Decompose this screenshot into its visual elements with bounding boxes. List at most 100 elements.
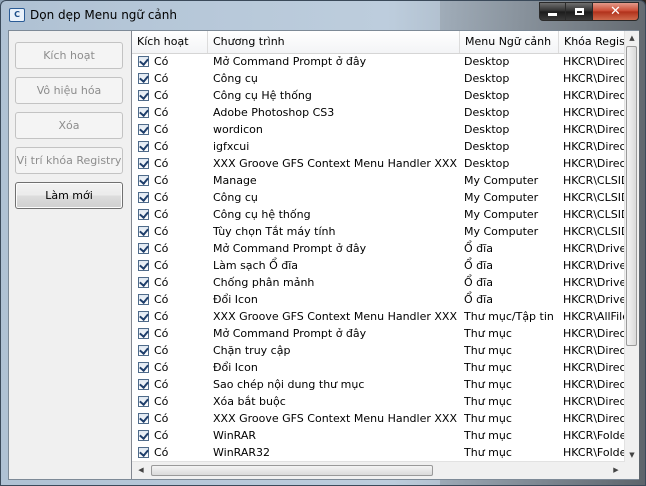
checkbox-checked-icon[interactable] [138,175,149,186]
table-row[interactable]: Có Manage My Computer HKCR\CLSID [132,172,625,189]
checkbox-checked-icon[interactable] [138,277,149,288]
table-row[interactable]: Có Công cụ Hệ thống Desktop HKCR\Directo [132,87,625,104]
table-row[interactable]: Có Chống phân mảnh Ổ đĩa HKCR\Drive\ [132,274,625,291]
context-menu-cell: Thư mục/Tập tin [464,310,554,323]
context-menu-cell: Desktop [464,140,510,153]
enabled-cell: Có [132,308,208,325]
arrow-left-icon[interactable]: ◀ [134,463,148,477]
registry-key-cell: HKCR\Directo [563,72,625,85]
minimize-button[interactable] [539,2,566,21]
enabled-text: Có [154,140,169,153]
enabled-cell: Có [132,376,208,393]
list-rows: Có Mở Command Prompt ở đây Desktop HKCR\Dir… [132,53,625,461]
checkbox-checked-icon[interactable] [138,413,149,424]
program-cell: Công cụ [213,191,258,204]
registry-key-cell: HKCR\Directo [563,361,625,374]
program-cell: Chống phân mảnh [213,276,315,289]
column-header-registry-key[interactable]: Khóa Registy [559,31,625,53]
checkbox-checked-icon[interactable] [138,56,149,67]
registry-location-button[interactable]: Vị trí khóa Registry [15,147,123,174]
table-row[interactable]: Có XXX Groove GFS Context Menu Handler XX… [132,155,625,172]
checkbox-checked-icon[interactable] [138,73,149,84]
table-row[interactable]: Có Công cụ hệ thống My Computer HKCR\CLSID [132,206,625,223]
horizontal-scroll-thumb[interactable] [151,465,433,476]
table-row[interactable]: Có Công cụ Desktop HKCR\Directo [132,70,625,87]
table-row[interactable]: Có Đổi Icon Thư mục HKCR\Directo [132,359,625,376]
context-menu-cell: My Computer [464,174,539,187]
maximize-button[interactable] [566,2,593,21]
enabled-text: Có [154,361,169,374]
program-cell: Manage [213,174,257,187]
title-bar[interactable]: C Dọn dẹp Menu ngữ cảnh ✕ [1,1,645,29]
table-row[interactable]: Có igfxcui Desktop HKCR\Directo [132,138,625,155]
checkbox-checked-icon[interactable] [138,362,149,373]
registry-key-cell: HKCR\Directo [563,344,625,357]
context-menu-cell: Desktop [464,123,510,136]
delete-button[interactable]: Xóa [15,112,123,139]
table-row[interactable]: Có Chặn truy cập Thư mục HKCR\Directo [132,342,625,359]
table-row[interactable]: Có Mở Command Prompt ở đây Ổ đĩa HKCR\Drive… [132,240,625,257]
checkbox-checked-icon[interactable] [138,396,149,407]
registry-key-cell: HKCR\Drive\ [563,293,625,306]
enabled-text: Có [154,106,169,119]
table-row[interactable]: Có wordicon Desktop HKCR\Directo [132,121,625,138]
checkbox-checked-icon[interactable] [138,209,149,220]
column-header-program[interactable]: Chương trình [208,31,460,53]
checkbox-checked-icon[interactable] [138,124,149,135]
column-header-context-menu[interactable]: Menu Ngữ cảnh [460,31,559,53]
horizontal-scrollbar[interactable]: ◀ ▶ [132,461,625,479]
table-row[interactable]: Có XXX Groove GFS Context Menu Handler XX… [132,308,625,325]
enabled-cell: Có [132,206,208,223]
checkbox-checked-icon[interactable] [138,328,149,339]
column-header-enabled[interactable]: Kích hoạt [132,31,208,53]
context-menu-list[interactable]: Kích hoạt Chương trình Menu Ngữ cảnh Khó… [131,31,639,479]
enabled-text: Có [154,55,169,68]
checkbox-checked-icon[interactable] [138,107,149,118]
table-row[interactable]: Có WinRAR Thư mục HKCR\Folder [132,427,625,444]
enable-button[interactable]: Kích hoạt [15,42,123,69]
table-row[interactable]: Có Làm sạch Ổ đĩa Ổ đĩa HKCR\Drive\ [132,257,625,274]
table-row[interactable]: Có Công cụ My Computer HKCR\CLSID [132,189,625,206]
registry-key-cell: HKCR\CLSID [563,225,625,238]
enabled-cell: Có [132,70,208,87]
checkbox-checked-icon[interactable] [138,226,149,237]
checkbox-checked-icon[interactable] [138,345,149,356]
checkbox-checked-icon[interactable] [138,90,149,101]
checkbox-checked-icon[interactable] [138,141,149,152]
close-button[interactable]: ✕ [593,2,639,21]
vertical-scrollbar[interactable]: ▲ ▼ [624,31,639,462]
checkbox-checked-icon[interactable] [138,430,149,441]
table-row[interactable]: Có Đổi Icon Ổ đĩa HKCR\Drive\ [132,291,625,308]
arrow-up-icon[interactable]: ▲ [625,31,639,45]
table-row[interactable]: Có Mở Command Prompt ở đây Desktop HKCR\Dir… [132,53,625,70]
registry-key-cell: HKCR\Folder [563,429,625,442]
disable-button[interactable]: Vô hiệu hóa [15,77,123,104]
arrow-right-icon[interactable]: ▶ [609,463,623,477]
checkbox-checked-icon[interactable] [138,260,149,271]
vertical-scroll-thumb[interactable] [626,46,637,346]
checkbox-checked-icon[interactable] [138,243,149,254]
enabled-cell: Có [132,138,208,155]
checkbox-checked-icon[interactable] [138,192,149,203]
table-row[interactable]: Có Sao chép nội dung thư mục Thư mục HKCR\D… [132,376,625,393]
program-cell: Đổi Icon [213,293,258,306]
enabled-text: Có [154,208,169,221]
table-row[interactable]: Có Mở Command Prompt ở đây Thư mục HKCR\Dir… [132,325,625,342]
table-row[interactable]: Có Tùy chọn Tắt máy tính My Computer HKCR\C… [132,223,625,240]
enabled-text: Có [154,225,169,238]
table-row[interactable]: Có Xóa bắt buộc Thư mục HKCR\Directo [132,393,625,410]
checkbox-checked-icon[interactable] [138,447,149,458]
checkbox-checked-icon[interactable] [138,294,149,305]
enabled-cell: Có [132,172,208,189]
program-cell: Mở Command Prompt ở đây [213,327,367,340]
table-row[interactable]: Có WinRAR32 Thư mục HKCR\Folder [132,444,625,461]
arrow-down-icon[interactable]: ▼ [625,448,639,462]
checkbox-checked-icon[interactable] [138,158,149,169]
table-row[interactable]: Có Adobe Photoshop CS3 Desktop HKCR\Directo [132,104,625,121]
checkbox-checked-icon[interactable] [138,311,149,322]
context-menu-cleaner-window: C Dọn dẹp Menu ngữ cảnh ✕ Kích hoạt Vô h… [0,0,646,486]
table-row[interactable]: Có XXX Groove GFS Context Menu Handler XX… [132,410,625,427]
refresh-button[interactable]: Làm mới [15,182,123,209]
program-cell: Đổi Icon [213,361,258,374]
checkbox-checked-icon[interactable] [138,379,149,390]
